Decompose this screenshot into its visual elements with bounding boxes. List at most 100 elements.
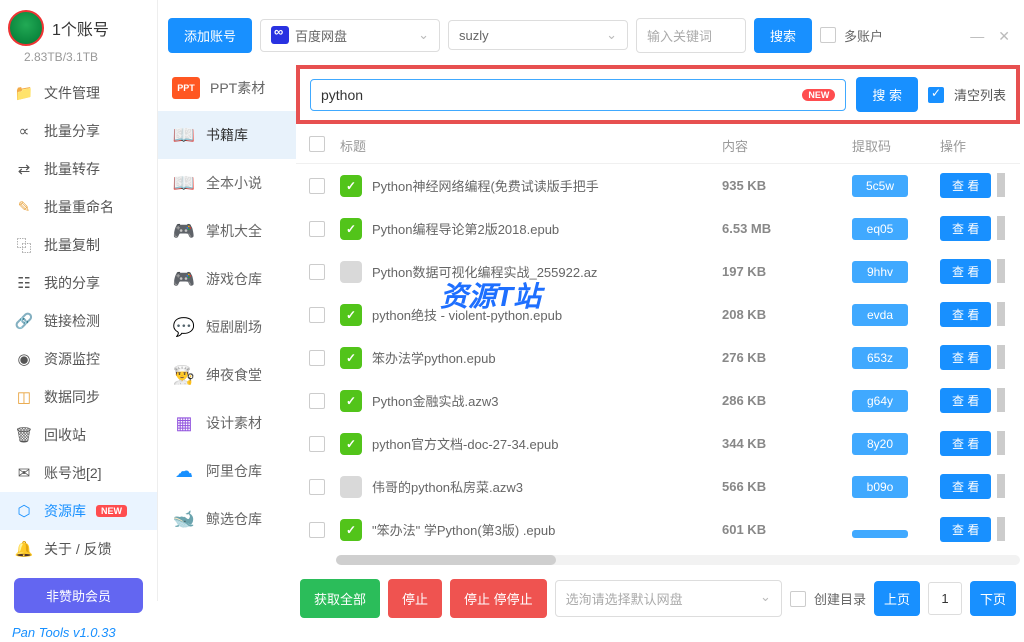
multi-account-checkbox[interactable]	[820, 27, 836, 43]
sidebar-item-7[interactable]: ◉资源监控	[0, 340, 157, 378]
storage-text: 2.83TB/3.1TB	[0, 50, 157, 74]
keyword-input[interactable]: 输入关键词	[636, 18, 746, 53]
file-icon: ✓	[340, 175, 362, 197]
nav-label: 我的分享	[44, 273, 100, 293]
table-row: ✓ python绝技 - violent-python.epub 208 KB …	[296, 293, 1020, 336]
multi-account-label: 多账户	[844, 26, 883, 45]
view-button[interactable]: 查 看	[940, 259, 991, 284]
create-dir-checkbox[interactable]	[790, 591, 806, 607]
view-button[interactable]: 查 看	[940, 345, 991, 370]
category-item-4[interactable]: 🎮游戏仓库	[158, 255, 296, 303]
view-button[interactable]: 查 看	[940, 431, 991, 456]
sidebar-item-8[interactable]: ◫数据同步	[0, 378, 157, 416]
row-checkbox[interactable]	[309, 479, 325, 495]
category-item-3[interactable]: 🎮掌机大全	[158, 207, 296, 255]
row-checkbox[interactable]	[309, 350, 325, 366]
member-button[interactable]: 非赞助会员	[14, 578, 143, 613]
category-item-6[interactable]: 👨‍🍳绅夜食堂	[158, 351, 296, 399]
extract-code-button[interactable]: 9hhv	[852, 261, 908, 283]
account-row[interactable]: 1个账号	[0, 0, 157, 50]
prev-page-button[interactable]: 上页	[874, 581, 920, 616]
sidebar-item-6[interactable]: 🔗链接检测	[0, 302, 157, 340]
category-icon: 🎮	[172, 219, 196, 243]
sidebar-item-5[interactable]: ☷我的分享	[0, 264, 157, 302]
row-checkbox[interactable]	[309, 221, 325, 237]
sidebar-item-4[interactable]: ⿻批量复制	[0, 226, 157, 264]
extract-code-button[interactable]	[852, 530, 908, 538]
category-item-2[interactable]: 📖全本小说	[158, 159, 296, 207]
add-account-button[interactable]: 添加账号	[168, 18, 252, 53]
search-button[interactable]: 搜 索	[856, 77, 918, 112]
close-icon[interactable]: ✕	[998, 28, 1010, 45]
version-text: Pan Tools v1.0.33	[0, 623, 157, 642]
row-checkbox[interactable]	[309, 436, 325, 452]
sidebar-item-0[interactable]: 📁文件管理	[0, 74, 157, 112]
category-item-5[interactable]: 💬短剧剧场	[158, 303, 296, 351]
row-title: Python神经网络编程(免费试读版手把手	[372, 176, 599, 195]
clear-list-checkbox[interactable]	[928, 87, 944, 103]
search-input[interactable]: python NEW	[310, 79, 846, 111]
row-checkbox[interactable]	[309, 178, 325, 194]
row-title: 笨办法学python.epub	[372, 348, 496, 367]
search-button-top[interactable]: 搜索	[754, 18, 812, 53]
row-checkbox[interactable]	[309, 522, 325, 538]
view-button[interactable]: 查 看	[940, 216, 991, 241]
view-button[interactable]: 查 看	[940, 173, 991, 198]
sidebar-item-3[interactable]: ✎批量重命名	[0, 188, 157, 226]
extract-code-button[interactable]: 5c5w	[852, 175, 908, 197]
table-row: ✓ Python金融实战.azw3 286 KB g64y 查 看	[296, 379, 1020, 422]
horizontal-scrollbar[interactable]	[336, 555, 1020, 565]
category-item-0[interactable]: PPTPPT素材	[158, 65, 296, 111]
extract-code-button[interactable]: g64y	[852, 390, 908, 412]
avatar[interactable]	[8, 10, 44, 46]
default-drive-select[interactable]: 选洵请选择默认网盘 ⌄	[555, 580, 782, 617]
next-page-button[interactable]: 下页	[970, 581, 1016, 616]
nav-icon: 🗑	[14, 426, 34, 444]
row-checkbox[interactable]	[309, 393, 325, 409]
view-button[interactable]: 查 看	[940, 517, 991, 542]
user-select[interactable]: suzly ⌄	[448, 20, 628, 50]
row-size: 286 KB	[722, 393, 852, 408]
category-item-1[interactable]: 📖书籍库	[158, 111, 296, 159]
get-all-button[interactable]: 获取全部	[300, 579, 380, 618]
sidebar-item-2[interactable]: ⇄批量转存	[0, 150, 157, 188]
category-label: 全本小说	[206, 173, 262, 193]
stop-button[interactable]: 停止	[388, 579, 442, 618]
sidebar-item-10[interactable]: ✉账号池[2]	[0, 454, 157, 492]
select-all-checkbox[interactable]	[309, 136, 325, 152]
scrollbar-thumb[interactable]	[336, 555, 556, 565]
extract-code-button[interactable]: b09o	[852, 476, 908, 498]
sidebar-item-11[interactable]: ⬡资源库NEW	[0, 492, 157, 530]
category-item-9[interactable]: 🐋鲸选仓库	[158, 495, 296, 543]
view-button[interactable]: 查 看	[940, 474, 991, 499]
table-row: 伟哥的python私房菜.azw3 566 KB b09o 查 看	[296, 465, 1020, 508]
category-item-7[interactable]: ▦设计素材	[158, 399, 296, 447]
header-action: 操作	[940, 136, 1016, 155]
nav-icon: ✎	[14, 198, 34, 216]
view-button[interactable]: 查 看	[940, 388, 991, 413]
nav-icon: ∝	[14, 122, 34, 140]
row-title: python官方文档-doc-27-34.epub	[372, 434, 558, 453]
page-number[interactable]: 1	[928, 582, 962, 615]
row-checkbox[interactable]	[309, 307, 325, 323]
baidu-icon	[271, 26, 289, 44]
sidebar-item-9[interactable]: 🗑回收站	[0, 416, 157, 454]
nav-icon: ⿻	[14, 236, 34, 254]
row-size: 344 KB	[722, 436, 852, 451]
category-item-8[interactable]: ☁阿里仓库	[158, 447, 296, 495]
chevron-down-icon: ⌄	[760, 589, 771, 608]
stop-button-2[interactable]: 停止 停停止	[450, 579, 547, 618]
drive-select[interactable]: 百度网盘 ⌄	[260, 19, 440, 52]
row-checkbox[interactable]	[309, 264, 325, 280]
extract-code-button[interactable]: eq05	[852, 218, 908, 240]
file-icon: ✓	[340, 347, 362, 369]
sidebar-item-1[interactable]: ∝批量分享	[0, 112, 157, 150]
sidebar-item-12[interactable]: 🔔关于 / 反馈	[0, 530, 157, 568]
minimize-icon[interactable]: —	[970, 28, 984, 45]
extract-code-button[interactable]: 653z	[852, 347, 908, 369]
create-dir-label: 创建目录	[814, 589, 866, 608]
row-size: 197 KB	[722, 264, 852, 279]
extract-code-button[interactable]: evda	[852, 304, 908, 326]
extract-code-button[interactable]: 8y20	[852, 433, 908, 455]
view-button[interactable]: 查 看	[940, 302, 991, 327]
